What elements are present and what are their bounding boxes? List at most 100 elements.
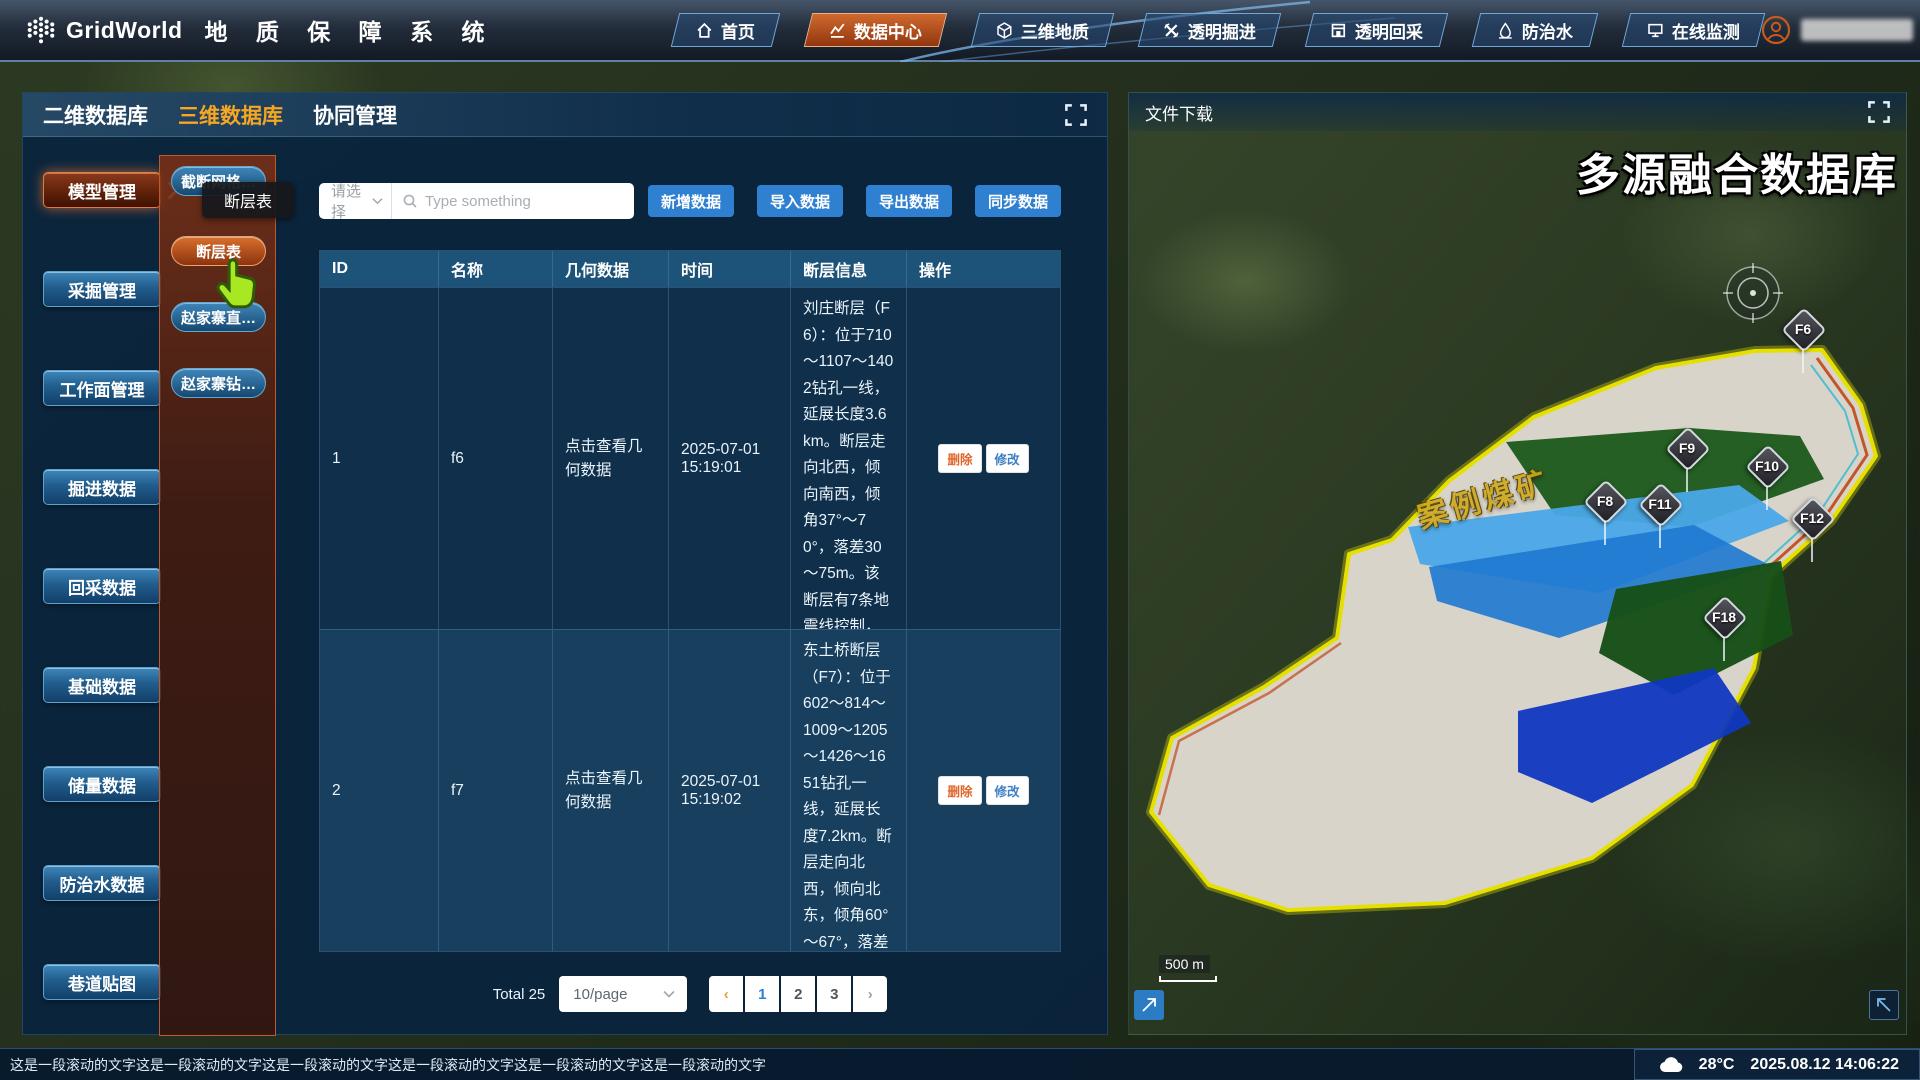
table-row: 1 f6 点击查看几何数据 2025-07-01 15:19:01 刘庄断层（F… — [320, 287, 1060, 629]
sync-data-button[interactable]: 同步数据 — [975, 185, 1061, 217]
nav-item-transparent-extraction[interactable]: 透明回采 — [1305, 13, 1448, 47]
fault-marker-f8[interactable]: F8 — [1583, 479, 1627, 523]
username-blurred[interactable] — [1801, 19, 1913, 41]
view-geometry-link[interactable]: 点击查看几何数据 — [565, 767, 656, 815]
map-fullscreen-icon[interactable] — [1868, 101, 1890, 123]
cell-time: 2025-07-01 15:19:02 — [669, 630, 791, 951]
tab-3d-database[interactable]: 三维数据库 — [178, 100, 283, 130]
pickaxe-icon — [1163, 22, 1180, 39]
cell-name: f6 — [439, 288, 553, 629]
col-header-id: ID — [320, 251, 439, 287]
tab-2d-database[interactable]: 二维数据库 — [43, 100, 148, 130]
cell-id: 2 — [320, 630, 439, 951]
fault-marker-f6[interactable]: F6 — [1781, 307, 1825, 351]
sidebar-item-basic-data[interactable]: 基础数据 — [43, 667, 161, 703]
table-content: 请选择 新增数据 导入数据 导出数据 同步数据 ID 名称 几何数据 时间 断层… — [319, 155, 1061, 1012]
fault-data-table: ID 名称 几何数据 时间 断层信息 操作 1 f6 点击查看几何数据 2025… — [319, 250, 1061, 952]
cube-icon — [996, 22, 1013, 39]
table-toolbar: 请选择 新增数据 导入数据 导出数据 同步数据 — [319, 183, 1061, 219]
user-zone — [1761, 15, 1920, 45]
temperature: 28°C — [1699, 1056, 1735, 1074]
datetime: 2025.08.12 14:06:22 — [1750, 1056, 1899, 1074]
table-row: 2 f7 点击查看几何数据 2025-07-01 15:19:02 东土桥断层（… — [320, 629, 1060, 951]
nav-item-water-control[interactable]: 防治水 — [1472, 13, 1598, 47]
col-header-name: 名称 — [439, 251, 553, 287]
search-input[interactable] — [425, 193, 624, 210]
export-data-button[interactable]: 导出数据 — [866, 185, 952, 217]
table-header-row: ID 名称 几何数据 时间 断层信息 操作 — [320, 251, 1060, 287]
category-sidebar: 模型管理 采掘管理 工作面管理 掘进数据 回采数据 基础数据 储量数据 防治水数… — [43, 155, 163, 1000]
col-header-time: 时间 — [669, 251, 791, 287]
home-icon — [696, 22, 713, 39]
page-button-2[interactable]: 2 — [781, 976, 815, 1012]
tab-collaboration[interactable]: 协同管理 — [313, 100, 397, 130]
fault-marker-f10[interactable]: F10 — [1745, 444, 1789, 488]
sidebar-item-water-data[interactable]: 防治水数据 — [43, 865, 161, 901]
nav-item-data-center[interactable]: 数据中心 — [804, 13, 947, 47]
submenu-item-fault-table[interactable]: 断层表 — [171, 236, 266, 266]
nav-item-transparent-mining[interactable]: 透明掘进 — [1138, 13, 1281, 47]
arrow-ne-icon — [1140, 996, 1158, 1014]
sidebar-item-mining-mgmt[interactable]: 采掘管理 — [43, 271, 161, 307]
sidebar-item-roadway-map[interactable]: 巷道贴图 — [43, 964, 161, 1000]
fault-marker-f11[interactable]: F11 — [1638, 482, 1682, 526]
select-chevron-icon — [663, 990, 675, 998]
col-header-actions: 操作 — [907, 251, 1060, 287]
compass-control[interactable] — [1721, 261, 1785, 325]
page-button-3[interactable]: 3 — [817, 976, 851, 1012]
fault-marker-f9[interactable]: F9 — [1665, 426, 1709, 470]
submenu-item-zhaojiazhai-1[interactable]: 赵家寨直… — [171, 302, 266, 332]
scale-bar — [1159, 976, 1217, 982]
nav-item-home[interactable]: 首页 — [671, 13, 780, 47]
nav-item-3d-geology[interactable]: 三维地质 — [971, 13, 1114, 47]
sidebar-item-model-mgmt[interactable]: 模型管理 — [43, 172, 161, 208]
user-avatar-icon[interactable] — [1761, 15, 1791, 45]
cell-fault-info: 刘庄断层（F6）：位于710～1107～1402钻孔一线，延展长度3.6km。断… — [791, 288, 907, 629]
cloud-icon — [1659, 1056, 1683, 1073]
submenu-item-zhaojiazhai-2[interactable]: 赵家寨钻… — [171, 368, 266, 398]
extract-icon — [1330, 22, 1347, 39]
map-watermark-title: 多源融合数据库 — [1576, 139, 1898, 203]
edit-button[interactable]: 修改 — [986, 776, 1029, 805]
add-data-button[interactable]: 新增数据 — [648, 185, 734, 217]
panel-tabs-bar: 二维数据库 三维数据库 协同管理 — [23, 93, 1107, 137]
brand: GridWorld — [26, 15, 183, 45]
model-submenu: 截断网格… 断层表 赵家寨直… 赵家寨钻… 断层表 — [159, 155, 276, 1036]
panel-fullscreen-icon[interactable] — [1065, 104, 1087, 126]
map-3d-view[interactable]: 文件下载 多源融合数据库 案例煤矿 F6 F9 F10 F8 F11 F12 F… — [1128, 92, 1907, 1035]
database-panel: 二维数据库 三维数据库 协同管理 模型管理 采掘管理 工作面管理 掘进数据 回采… — [22, 92, 1108, 1035]
map-corner-expand-button[interactable] — [1134, 990, 1164, 1020]
cell-id: 1 — [320, 288, 439, 629]
import-data-button[interactable]: 导入数据 — [757, 185, 843, 217]
edit-button[interactable]: 修改 — [986, 444, 1029, 473]
geological-model — [1129, 93, 1907, 1035]
search-icon — [402, 193, 418, 209]
main-nav: 首页 数据中心 三维地质 透明掘进 透明回采 防治水 在线监测 — [675, 13, 1761, 47]
filter-select[interactable]: 请选择 — [319, 183, 392, 219]
status-bar: 这是一段滚动的文字这是一段滚动的文字这是一段滚动的文字这是一段滚动的文字这是一段… — [0, 1048, 1920, 1080]
page-button-1[interactable]: 1 — [745, 976, 779, 1012]
page-size-select[interactable]: 10/page — [559, 976, 687, 1012]
fault-marker-f18[interactable]: F18 — [1702, 595, 1746, 639]
map-corner-collapse-button[interactable] — [1869, 990, 1899, 1020]
delete-button[interactable]: 删除 — [938, 776, 981, 805]
submenu-tooltip: 断层表 — [202, 182, 294, 218]
weather-time-group: 28°C 2025.08.12 14:06:22 — [1634, 1049, 1920, 1080]
nav-item-online-monitoring[interactable]: 在线监测 — [1622, 13, 1765, 47]
file-download-button[interactable]: 文件下载 — [1145, 100, 1213, 125]
sidebar-item-reserve-data[interactable]: 储量数据 — [43, 766, 161, 802]
cell-time: 2025-07-01 15:19:01 — [669, 288, 791, 629]
sidebar-item-tunneling-data[interactable]: 掘进数据 — [43, 469, 161, 505]
next-page-button[interactable]: › — [853, 976, 887, 1012]
fault-marker-f12[interactable]: F12 — [1790, 496, 1834, 540]
monitor-icon — [1647, 22, 1664, 39]
data-center-icon — [829, 22, 846, 39]
cell-name: f7 — [439, 630, 553, 951]
sidebar-item-workface-mgmt[interactable]: 工作面管理 — [43, 370, 161, 406]
view-geometry-link[interactable]: 点击查看几何数据 — [565, 435, 656, 483]
delete-button[interactable]: 删除 — [938, 444, 981, 473]
prev-page-button[interactable]: ‹ — [709, 976, 743, 1012]
scrolling-notice-text: 这是一段滚动的文字这是一段滚动的文字这是一段滚动的文字这是一段滚动的文字这是一段… — [0, 1055, 766, 1075]
sidebar-item-extraction-data[interactable]: 回采数据 — [43, 568, 161, 604]
cell-fault-info: 东土桥断层（F7）：位于602～814～1009～1205～1426～1651钻… — [791, 630, 907, 951]
